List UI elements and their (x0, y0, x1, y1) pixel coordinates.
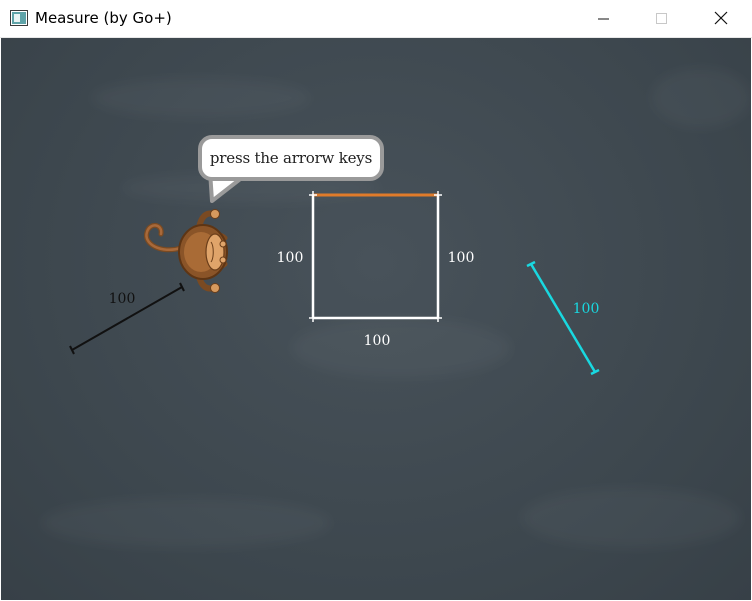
black-line-label: 100 (109, 291, 136, 307)
maximize-icon (656, 10, 668, 29)
minimize-button[interactable] (575, 0, 633, 38)
close-button[interactable] (692, 0, 750, 38)
square-right-label: 100 (448, 250, 475, 266)
game-stage[interactable]: 100 100 100 100 100 press the arrorw key… (1, 38, 751, 600)
close-icon (714, 10, 728, 29)
square-left-label: 100 (277, 250, 304, 266)
app-window-icon (10, 10, 28, 26)
square-corner-ticks (309, 191, 442, 322)
window-title: Measure (by Go+) (35, 9, 172, 27)
square-bottom-label: 100 (364, 333, 391, 349)
monkey-sprite[interactable] (141, 204, 231, 299)
minimize-icon (598, 10, 610, 29)
cyan-line-label: 100 (573, 301, 600, 317)
square-shape: 100 100 100 (277, 191, 475, 349)
title-bar: Measure (by Go+) (0, 0, 752, 38)
speech-bubble: press the arrorw keys (198, 135, 384, 181)
maximize-button[interactable] (633, 0, 691, 38)
cyan-measure-line: 100 (526, 260, 600, 376)
measure-layer: 100 100 100 100 100 (69, 191, 600, 376)
speech-text: press the arrorw keys (209, 149, 373, 167)
